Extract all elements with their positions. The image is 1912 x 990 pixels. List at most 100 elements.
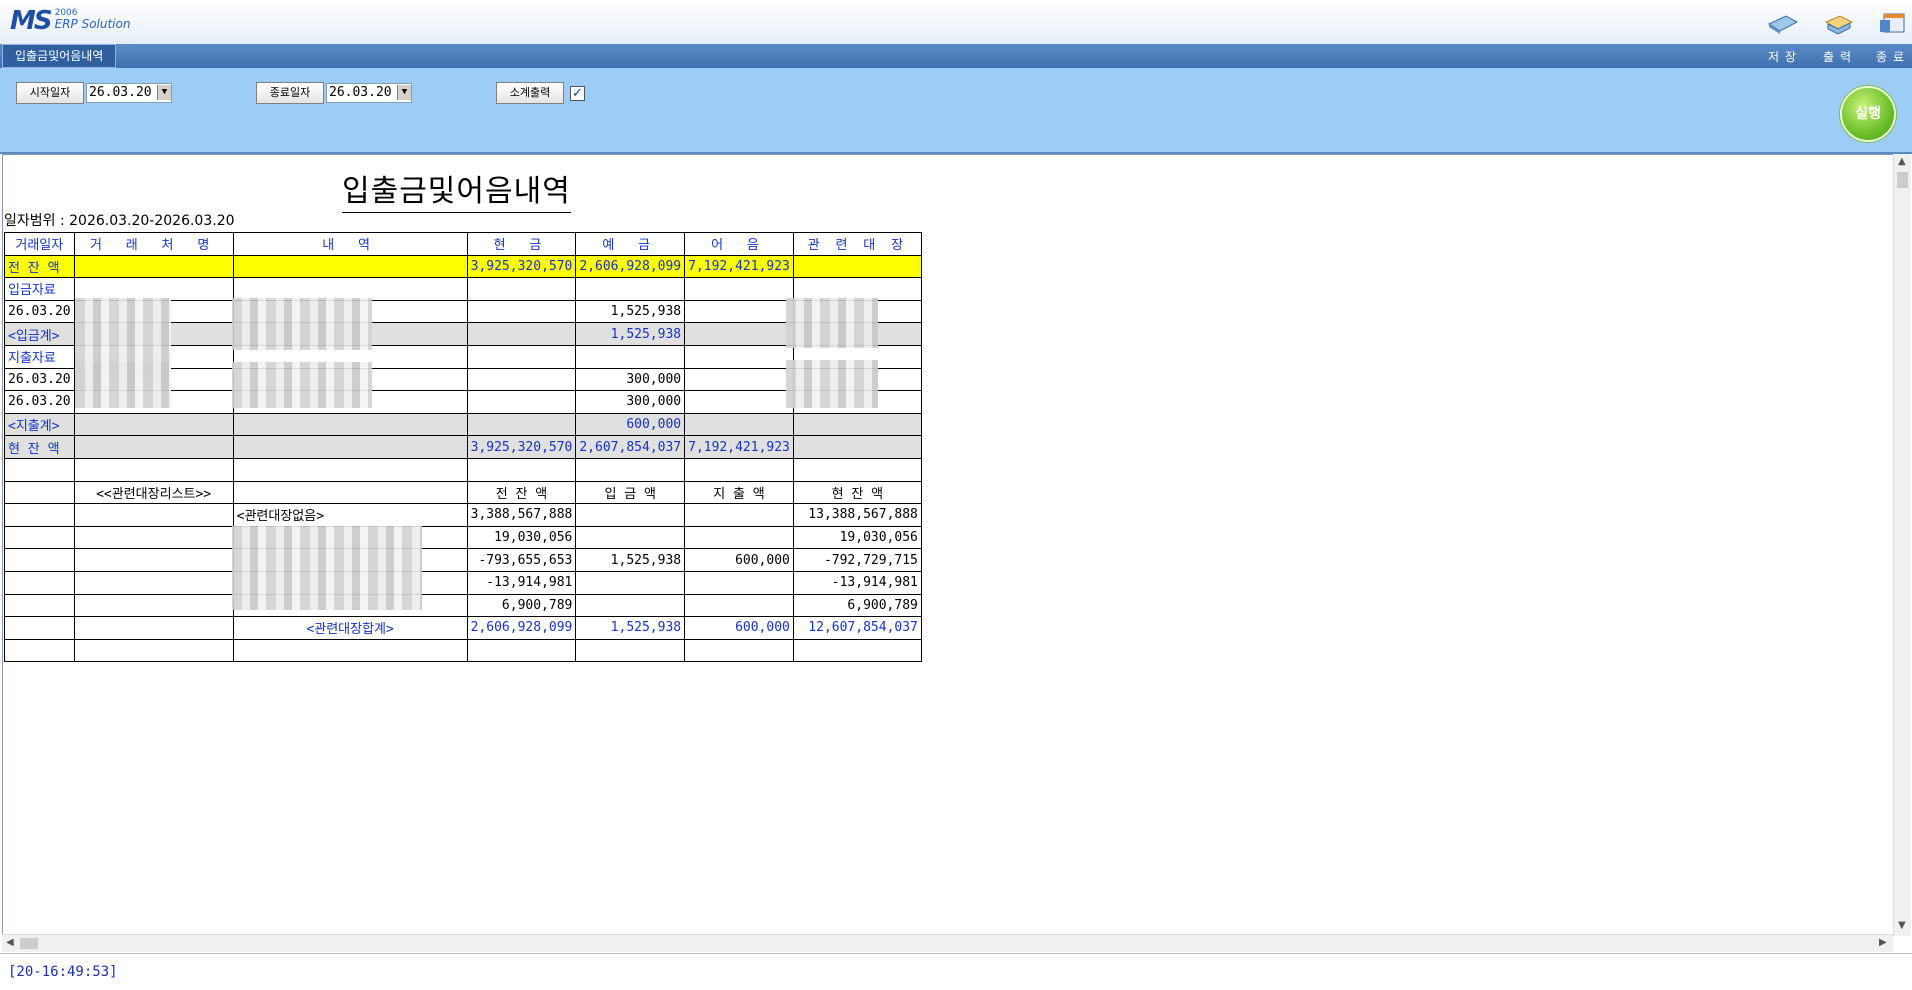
ledger-col-curr: 현 잔 액 — [792, 480, 922, 505]
redacted-ledger-block — [786, 298, 878, 348]
expense-section-label: 지출자료 — [4, 344, 75, 369]
end-date-value: 26.03.20 — [329, 85, 392, 100]
logo-mark: MS — [10, 6, 53, 36]
ledger-total-label: <관련대장합계> — [232, 616, 468, 640]
run-button[interactable]: 실행 — [1840, 86, 1896, 142]
chevron-down-icon[interactable]: ▼ — [397, 85, 411, 100]
redacted-ledger-names — [232, 526, 422, 610]
scroll-down-icon[interactable]: ▼ — [1898, 920, 1906, 931]
income-deposit: 1,525,938 — [575, 299, 686, 324]
income-date: 26.03.20 — [4, 299, 75, 324]
subtotal-checkbox[interactable]: ✓ — [570, 86, 585, 101]
ledger-in — [575, 503, 686, 527]
start-date-button[interactable]: 시작일자 — [16, 82, 84, 104]
ledger-header-row: <<관련대장리스트>> 전 잔 액 입 금 액 지 출 액 현 잔 액 — [4, 480, 922, 505]
app-logo: MS 2006 ERP Solution — [10, 8, 130, 34]
col-cash: 현 금 — [466, 232, 577, 256]
start-date-field[interactable]: 26.03.20 ▼ — [86, 83, 172, 103]
expense-total-label: <지출계> — [4, 412, 75, 437]
prev-balance-label: 전 잔 액 — [4, 254, 75, 279]
ledger-curr: 19,030,056 — [792, 525, 922, 550]
scroll-up-icon[interactable]: ▲ — [1898, 156, 1906, 167]
expense-total-row: <지출계> 600,000 — [4, 412, 922, 437]
expense-total-deposit: 600,000 — [575, 412, 686, 437]
save-icon[interactable] — [1766, 10, 1800, 36]
tab-current-report[interactable]: 입출금및어음내역 — [2, 44, 117, 68]
ledger-total-out: 600,000 — [684, 616, 794, 640]
ledger-in: 1,525,938 — [575, 548, 686, 572]
redacted-desc-block — [232, 298, 372, 350]
ledger-col-out: 지 출 액 — [684, 480, 794, 505]
ledger-total-in: 1,525,938 — [575, 616, 686, 640]
table-header-row: 거래일자 거 래 처 명 내 역 현 금 예 금 어 음 관 련 대 장 — [4, 232, 922, 256]
col-bill: 어 음 — [684, 232, 794, 256]
exit-icon[interactable] — [1876, 10, 1910, 36]
ledger-in — [575, 593, 686, 618]
prev-balance-row: 전 잔 액 3,925,320,570 2,606,928,099 7,192,… — [4, 254, 922, 279]
expense-deposit: 300,000 — [575, 390, 686, 414]
ledger-name: <관련대장없음> — [232, 503, 468, 527]
income-total-deposit: 1,525,938 — [575, 322, 686, 346]
ledger-total-curr: 12,607,854,037 — [792, 616, 922, 640]
logo-subtitle: ERP Solution — [54, 17, 131, 31]
print-icon[interactable] — [1822, 10, 1856, 36]
ledger-prev: -13,914,981 — [466, 570, 577, 595]
col-desc: 내 역 — [232, 232, 468, 256]
redacted-ledger-block — [786, 360, 878, 408]
ledger-prev: -793,655,653 — [466, 548, 577, 572]
table-row: -793,655,653 1,525,938 600,000 -792,729,… — [4, 548, 922, 572]
ledger-curr: -13,914,981 — [792, 570, 922, 595]
ledger-curr: -792,729,715 — [792, 548, 922, 572]
curr-balance-row: 현 잔 액 3,925,320,570 2,607,854,037 7,192,… — [4, 435, 922, 459]
vertical-scrollbar[interactable]: ▲ ▼ — [1893, 154, 1911, 936]
col-client: 거 래 처 명 — [73, 232, 234, 256]
print-label[interactable]: 출력 — [1823, 48, 1857, 65]
income-section-label: 입금자료 — [4, 277, 75, 301]
exit-label[interactable]: 종료 — [1876, 48, 1910, 65]
vertical-scroll-thumb[interactable] — [1897, 172, 1908, 188]
ledger-curr: 13,388,567,888 — [792, 503, 922, 527]
table-row: -13,914,981 -13,914,981 — [4, 570, 922, 595]
col-ledger: 관 련 대 장 — [792, 232, 922, 256]
ledger-prev: 6,900,789 — [466, 593, 577, 618]
ledger-col-in: 입 금 액 — [575, 480, 686, 505]
ledger-out: 600,000 — [684, 548, 794, 572]
expense-deposit: 300,000 — [575, 367, 686, 392]
ledger-list-label: <<관련대장리스트>> — [73, 480, 234, 505]
ledger-out — [684, 503, 794, 527]
end-date-field[interactable]: 26.03.20 ▼ — [326, 83, 412, 103]
table-row: 6,900,789 6,900,789 — [4, 593, 922, 618]
top-bar: MS 2006 ERP Solution — [0, 0, 1912, 44]
scroll-left-icon[interactable]: ◀ — [6, 937, 14, 948]
end-date-button[interactable]: 종료일자 — [256, 82, 324, 104]
curr-balance-bill: 7,192,421,923 — [684, 435, 794, 459]
prev-balance-deposit: 2,606,928,099 — [575, 254, 686, 279]
ledger-in — [575, 525, 686, 550]
income-total-label: <입금계> — [4, 322, 75, 346]
curr-balance-label: 현 잔 액 — [4, 435, 75, 459]
status-time: [20-16:49:53] — [8, 964, 118, 980]
ledger-in — [575, 570, 686, 595]
expense-date: 26.03.20 — [4, 390, 75, 414]
start-date-value: 26.03.20 — [89, 85, 152, 100]
ledger-out — [684, 593, 794, 618]
col-deposit: 예 금 — [575, 232, 686, 256]
redacted-desc-block — [232, 362, 372, 408]
horizontal-scroll-thumb[interactable] — [20, 938, 38, 949]
ledger-col-prev: 전 잔 액 — [466, 480, 577, 505]
chevron-down-icon[interactable]: ▼ — [157, 85, 171, 100]
report-title: 입출금및어음내역 — [342, 166, 571, 213]
horizontal-scrollbar[interactable]: ◀ ▶ — [2, 934, 1893, 952]
ledger-total-prev: 2,606,928,099 — [466, 616, 577, 640]
scroll-right-icon[interactable]: ▶ — [1879, 937, 1887, 948]
subtotal-button[interactable]: 소계출력 — [496, 82, 564, 104]
ledger-out — [684, 525, 794, 550]
ledger-prev: 19,030,056 — [466, 525, 577, 550]
filter-panel: 시작일자 26.03.20 ▼ 종료일자 26.03.20 ▼ 소계출력 ✓ — [0, 68, 1912, 154]
curr-balance-cash: 3,925,320,570 — [466, 435, 577, 459]
prev-balance-bill: 7,192,421,923 — [684, 254, 794, 279]
ledger-total-row: <관련대장합계> 2,606,928,099 1,525,938 600,000… — [4, 616, 922, 640]
table-row: <관련대장없음> 3,388,567,888 13,388,567,888 — [4, 503, 922, 527]
save-label[interactable]: 저장 — [1768, 48, 1802, 65]
spacer-row — [4, 638, 922, 663]
